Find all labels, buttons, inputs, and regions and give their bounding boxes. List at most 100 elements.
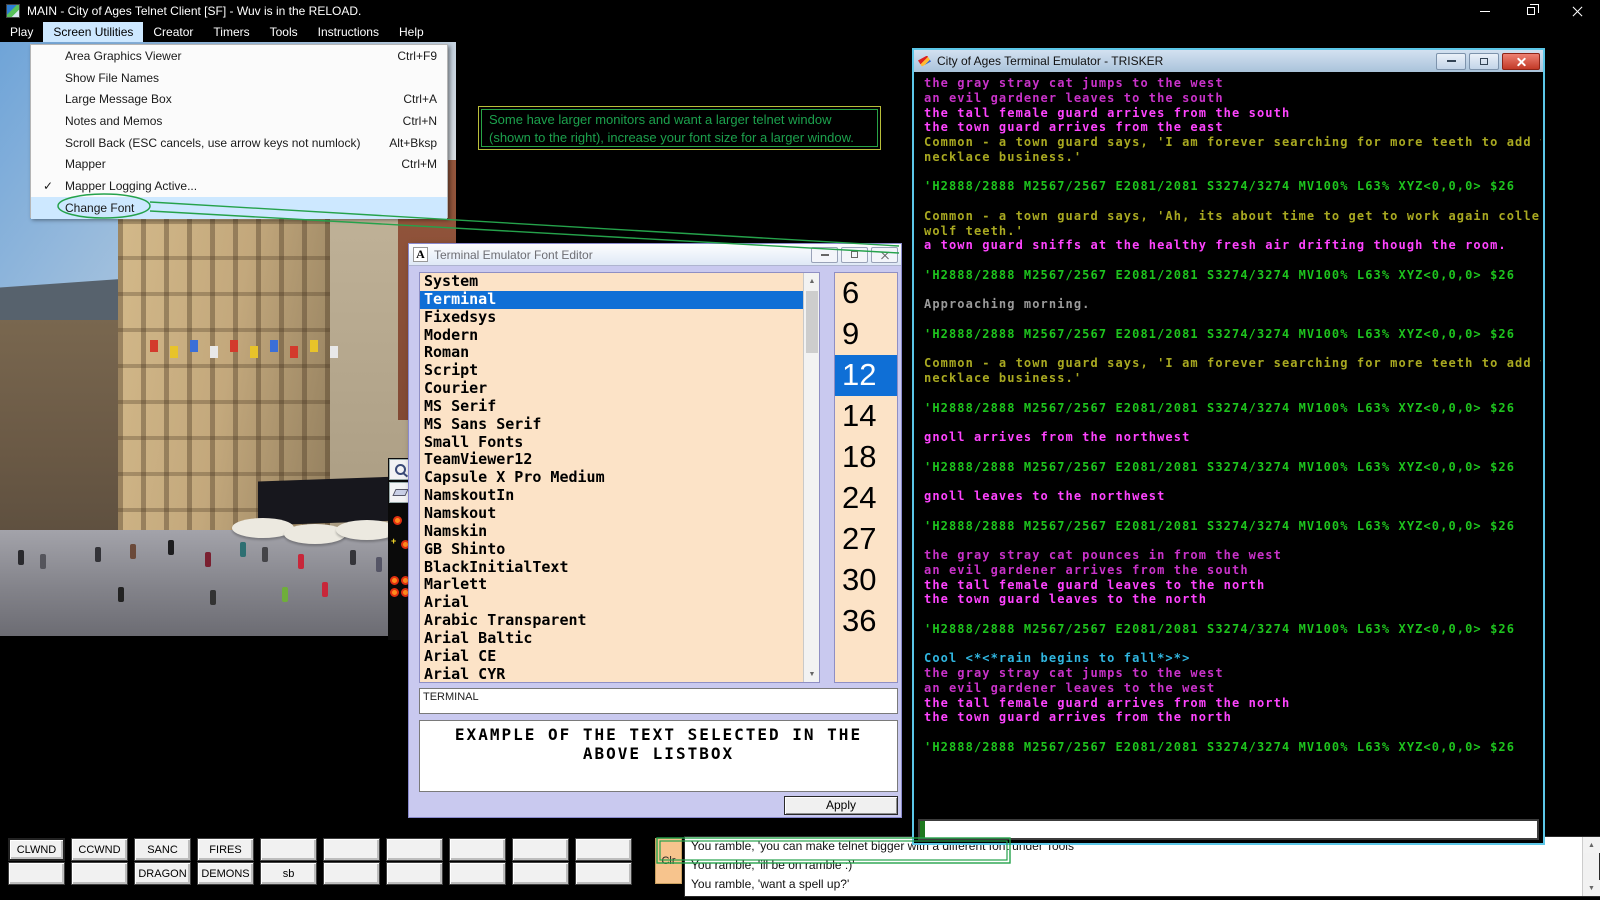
terminal-line: the tall female guard arrives from the s… bbox=[924, 106, 1541, 121]
toolbar-button-empty[interactable] bbox=[449, 862, 506, 885]
scroll-up-icon[interactable]: ▲ bbox=[804, 273, 820, 289]
menu-item-area-graphics-viewer[interactable]: Area Graphics ViewerCtrl+F9 bbox=[31, 45, 447, 67]
size-option[interactable]: 6 bbox=[835, 273, 897, 314]
dialog-maximize-icon[interactable] bbox=[841, 247, 868, 263]
size-option[interactable]: 36 bbox=[835, 601, 897, 642]
terminal-output[interactable]: the gray stray cat jumps to the westan e… bbox=[916, 72, 1541, 817]
menu-tools[interactable]: Tools bbox=[260, 22, 308, 42]
restore-icon[interactable] bbox=[1508, 0, 1554, 22]
font-option[interactable]: MS Sans Serif bbox=[420, 416, 819, 434]
toolbar-button-empty[interactable] bbox=[386, 838, 443, 861]
toolbar-stack: CCWND bbox=[71, 838, 128, 886]
font-option[interactable]: GB Shinto bbox=[420, 541, 819, 559]
menu-item-mapper[interactable]: MapperCtrl+M bbox=[31, 153, 447, 175]
font-option[interactable]: Modern bbox=[420, 327, 819, 345]
menu-creator[interactable]: Creator bbox=[143, 22, 203, 42]
dialog-close-icon[interactable] bbox=[871, 247, 898, 263]
font-option[interactable]: TeamViewer12 bbox=[420, 451, 819, 469]
dialog-titlebar[interactable]: A Terminal Emulator Font Editor bbox=[409, 244, 901, 266]
minimize-icon[interactable] bbox=[1462, 0, 1508, 22]
apply-button[interactable]: Apply bbox=[784, 796, 898, 815]
menu-item-show-file-names[interactable]: Show File Names bbox=[31, 67, 447, 89]
font-option[interactable]: Marlett bbox=[420, 576, 819, 594]
font-option[interactable]: Fixedsys bbox=[420, 309, 819, 327]
font-name-input[interactable]: TERMINAL bbox=[419, 688, 898, 714]
window-controls bbox=[1462, 0, 1600, 22]
font-option[interactable]: Capsule X Pro Medium bbox=[420, 469, 819, 487]
menu-bar: PlayScreen UtilitiesCreatorTimersToolsIn… bbox=[0, 22, 1600, 42]
toolbar-button-empty[interactable] bbox=[71, 862, 128, 885]
font-option[interactable]: Courier bbox=[420, 380, 819, 398]
font-option[interactable]: Arial CYR bbox=[420, 666, 819, 683]
terminal-input[interactable] bbox=[918, 819, 1539, 840]
menu-help[interactable]: Help bbox=[389, 22, 434, 42]
font-list-scrollbar[interactable]: ▲ ▼ bbox=[803, 273, 819, 682]
terminal-maximize-icon[interactable] bbox=[1469, 53, 1499, 70]
scroll-down-icon[interactable]: ▼ bbox=[804, 666, 820, 682]
menu-item-large-message-box[interactable]: Large Message BoxCtrl+A bbox=[31, 88, 447, 110]
scrollbar-thumb[interactable] bbox=[806, 291, 818, 353]
toolbar-button-empty[interactable] bbox=[260, 838, 317, 861]
toolbar-button-empty[interactable] bbox=[323, 838, 380, 861]
chat-scroll-down-icon[interactable]: ▼ bbox=[1583, 880, 1600, 896]
font-option[interactable]: Terminal bbox=[420, 291, 819, 309]
menu-item-notes-and-memos[interactable]: Notes and MemosCtrl+N bbox=[31, 110, 447, 132]
menu-play[interactable]: Play bbox=[0, 22, 43, 42]
chat-scrollbar[interactable]: ▲ ▼ bbox=[1582, 837, 1599, 896]
size-option[interactable]: 24 bbox=[835, 478, 897, 519]
toolbar-button-sanc[interactable]: SANC bbox=[134, 838, 191, 861]
terminal-line: an evil gardener arrives from the south bbox=[924, 563, 1541, 578]
toolbar-button-empty[interactable] bbox=[449, 838, 506, 861]
menu-screen-utilities[interactable]: Screen Utilities bbox=[43, 22, 143, 42]
size-option[interactable]: 18 bbox=[835, 437, 897, 478]
size-listbox[interactable]: 6912141824273036 bbox=[834, 272, 898, 683]
font-option[interactable]: Arial Baltic bbox=[420, 630, 819, 648]
dialog-minimize-icon[interactable] bbox=[811, 247, 838, 263]
toolbar-button-empty[interactable] bbox=[512, 838, 569, 861]
menu-timers[interactable]: Timers bbox=[203, 22, 259, 42]
font-option[interactable]: Roman bbox=[420, 344, 819, 362]
size-option[interactable]: 27 bbox=[835, 519, 897, 560]
font-option[interactable]: Script bbox=[420, 362, 819, 380]
toolbar-button-sb[interactable]: sb bbox=[260, 862, 317, 885]
menu-item-change-font[interactable]: Change Font bbox=[31, 197, 447, 219]
font-option[interactable]: BlackInitialText bbox=[420, 559, 819, 577]
font-option[interactable]: Small Fonts bbox=[420, 434, 819, 452]
terminal-line: an evil gardener leaves to the south bbox=[924, 91, 1541, 106]
toolbar-button-empty[interactable] bbox=[575, 838, 632, 861]
toolbar-button-fires[interactable]: FIRES bbox=[197, 838, 254, 861]
menu-instructions[interactable]: Instructions bbox=[308, 22, 389, 42]
font-option[interactable]: Arabic Transparent bbox=[420, 612, 819, 630]
toolbar-button-empty[interactable] bbox=[512, 862, 569, 885]
font-option[interactable]: Arial CE bbox=[420, 648, 819, 666]
size-option[interactable]: 30 bbox=[835, 560, 897, 601]
toolbar-button-empty[interactable] bbox=[323, 862, 380, 885]
font-option[interactable]: Namskout bbox=[420, 505, 819, 523]
terminal-titlebar[interactable]: City of Ages Terminal Emulator - TRISKER bbox=[914, 50, 1543, 72]
terminal-close-icon[interactable] bbox=[1502, 53, 1540, 70]
toolbar-button-ccwnd[interactable]: CCWND bbox=[71, 838, 128, 861]
chat-scroll-up-icon[interactable]: ▲ bbox=[1583, 837, 1600, 853]
font-option[interactable]: System bbox=[420, 273, 819, 291]
menu-item-mapper-logging-active-[interactable]: ✓Mapper Logging Active... bbox=[31, 175, 447, 197]
toolbar-button-dragon[interactable]: DRAGON bbox=[134, 862, 191, 885]
terminal-line: 'H2888/2888 M2567/2567 E2081/2081 S3274/… bbox=[924, 460, 1541, 475]
clear-button[interactable]: Clr bbox=[655, 838, 682, 884]
font-option[interactable]: Namskin bbox=[420, 523, 819, 541]
font-listbox[interactable]: SystemTerminalFixedsysModernRomanScriptC… bbox=[419, 272, 820, 683]
menu-item-shortcut: Ctrl+N bbox=[403, 114, 437, 128]
font-option[interactable]: MS Serif bbox=[420, 398, 819, 416]
size-option[interactable]: 9 bbox=[835, 314, 897, 355]
terminal-minimize-icon[interactable] bbox=[1436, 53, 1466, 70]
toolbar-button-demons[interactable]: DEMONS bbox=[197, 862, 254, 885]
toolbar-button-clwnd[interactable]: CLWND bbox=[8, 838, 65, 861]
toolbar-button-empty[interactable] bbox=[386, 862, 443, 885]
size-option[interactable]: 14 bbox=[835, 396, 897, 437]
menu-item-scroll-back-esc-cancels-use-arrow-keys-not-numlock-[interactable]: Scroll Back (ESC cancels, use arrow keys… bbox=[31, 132, 447, 154]
size-option[interactable]: 12 bbox=[835, 355, 897, 396]
toolbar-button-empty[interactable] bbox=[8, 862, 65, 885]
toolbar-button-empty[interactable] bbox=[575, 862, 632, 885]
font-option[interactable]: Arial bbox=[420, 594, 819, 612]
font-option[interactable]: NamskoutIn bbox=[420, 487, 819, 505]
close-icon[interactable] bbox=[1554, 0, 1600, 22]
